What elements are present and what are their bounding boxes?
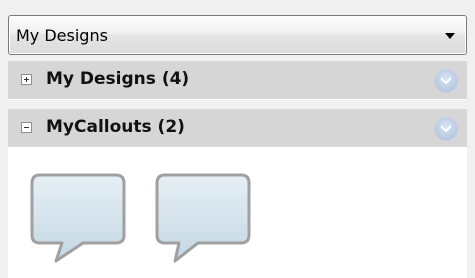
design-category-dropdown[interactable]: My Designs [8, 15, 467, 55]
callouts-content-area [8, 147, 467, 278]
chevron-down-circle-icon[interactable] [434, 69, 458, 93]
chevron-down-circle-icon[interactable] [434, 117, 458, 141]
group-header-mycallouts[interactable]: MyCallouts (2) [8, 109, 467, 147]
group-header-my-designs[interactable]: My Designs (4) [8, 61, 467, 99]
minus-box-icon[interactable] [21, 122, 32, 133]
dropdown-selected-value: My Designs [16, 26, 108, 45]
group-divider [8, 99, 467, 100]
group-title: MyCallouts (2) [46, 117, 185, 137]
speech-bubble-callout-icon[interactable] [28, 165, 128, 265]
plus-box-icon[interactable] [21, 74, 32, 85]
dropdown-arrow-icon[interactable] [445, 33, 455, 39]
group-title: My Designs (4) [46, 69, 190, 89]
speech-bubble-callout-icon[interactable] [153, 165, 253, 265]
